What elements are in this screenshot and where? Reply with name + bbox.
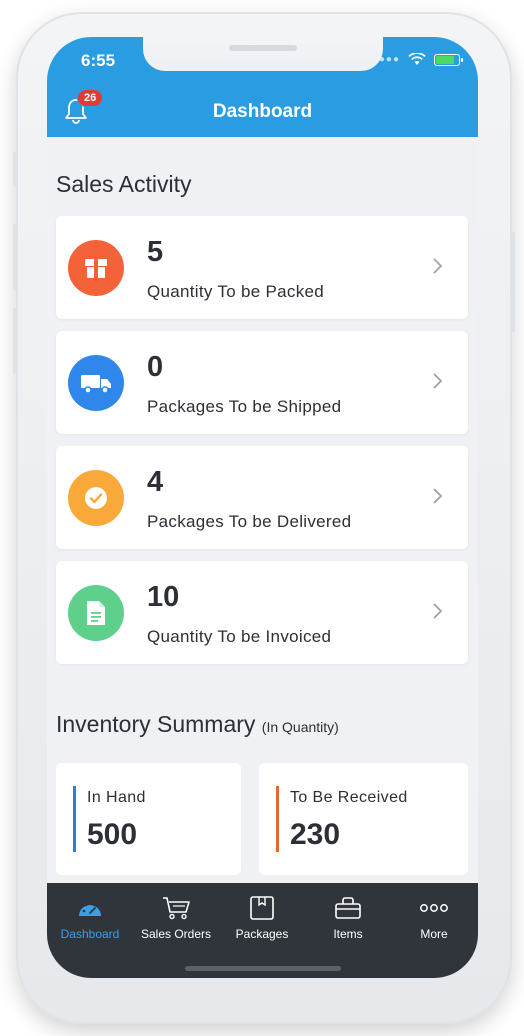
invoiced-label: Quantity To be Invoiced <box>147 627 332 646</box>
card-packages-to-be-delivered[interactable]: 4 Packages To be Delivered <box>56 446 468 549</box>
to-be-received-value: 230 <box>290 818 341 851</box>
packed-count: 5 <box>147 236 164 268</box>
chevron-right-icon <box>433 603 443 619</box>
in-hand-accent-bar <box>73 786 76 852</box>
dashboard-gauge-icon <box>79 901 101 916</box>
home-indicator <box>185 966 341 971</box>
cart-icon <box>163 897 190 920</box>
tab-more-label: More <box>420 927 448 941</box>
status-time: 6:55 <box>81 51 116 70</box>
bottom-tab-bar: Dashboard Sales Orders Packages Items Mo… <box>47 883 478 978</box>
to-be-received-label: To Be Received <box>290 789 408 806</box>
truck-icon <box>68 355 124 411</box>
to-be-received-accent-bar <box>276 786 279 852</box>
wifi-icon <box>408 53 426 65</box>
package-icon <box>250 896 274 920</box>
card-packages-to-be-shipped[interactable]: 0 Packages To be Shipped <box>56 331 468 434</box>
tab-packages-label: Packages <box>235 927 289 941</box>
inventory-summary-title: Inventory Summary (In Quantity) <box>56 711 339 738</box>
delivered-label: Packages To be Delivered <box>147 512 352 531</box>
document-icon <box>68 585 124 641</box>
tab-dashboard[interactable]: Dashboard <box>47 893 133 941</box>
inventory-summary-subtitle: (In Quantity) <box>261 719 339 735</box>
volume-down-button <box>13 308 17 374</box>
tab-more[interactable]: More <box>391 893 477 941</box>
tab-packages[interactable]: Packages <box>219 893 305 941</box>
volume-up-button <box>13 224 17 290</box>
in-hand-value: 500 <box>87 818 138 851</box>
delivered-count: 4 <box>147 466 164 498</box>
tab-items[interactable]: Items <box>305 893 391 941</box>
to-be-received-card[interactable]: To Be Received 230 <box>259 763 468 875</box>
mute-switch <box>13 152 17 186</box>
status-icons: ●●●● <box>372 53 463 66</box>
tab-sales-orders[interactable]: Sales Orders <box>133 893 219 941</box>
notch <box>143 37 383 71</box>
in-hand-card[interactable]: In Hand 500 <box>56 763 241 875</box>
chevron-right-icon <box>433 258 443 274</box>
in-hand-label: In Hand <box>87 789 146 806</box>
shipped-count: 0 <box>147 351 164 383</box>
sales-activity-title: Sales Activity <box>56 171 192 197</box>
battery-icon <box>434 53 463 66</box>
packed-label: Quantity To be Packed <box>147 282 325 301</box>
more-dots-icon <box>420 904 448 912</box>
package-box-icon <box>68 240 124 296</box>
shipped-label: Packages To be Shipped <box>147 397 342 416</box>
checkmark-icon <box>68 470 124 526</box>
app-screen: 6:55 ●●●● 26 Dashboard Sales Activity 5 … <box>47 37 478 978</box>
card-quantity-to-be-invoiced[interactable]: 10 Quantity To be Invoiced <box>56 561 468 664</box>
page-title: Dashboard <box>212 101 313 122</box>
tab-sales-orders-label: Sales Orders <box>140 927 212 941</box>
chevron-right-icon <box>433 373 443 389</box>
power-button <box>511 232 515 332</box>
tab-items-label: Items <box>333 927 363 941</box>
invoiced-count: 10 <box>147 581 180 613</box>
tab-dashboard-label: Dashboard <box>60 927 120 941</box>
chevron-right-icon <box>433 488 443 504</box>
basket-icon <box>335 897 361 919</box>
card-quantity-to-be-packed[interactable]: 5 Quantity To be Packed <box>56 216 468 319</box>
inventory-summary-heading: Inventory Summary <box>56 711 256 737</box>
